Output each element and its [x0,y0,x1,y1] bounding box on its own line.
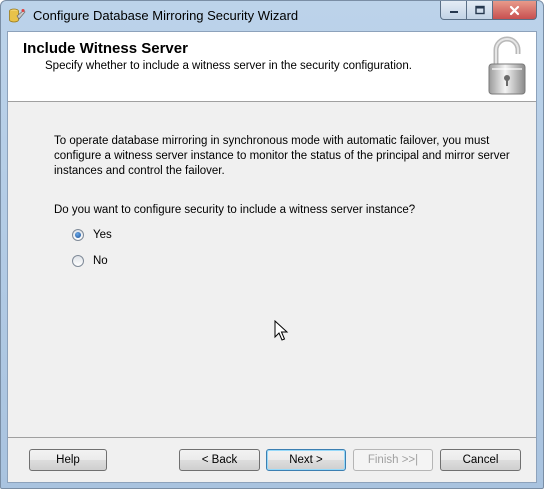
padlock-icon [488,36,526,95]
title-bar[interactable]: Configure Database Mirroring Security Wi… [1,1,543,31]
database-wizard-icon [9,8,26,23]
radio-button-yes[interactable] [72,229,84,241]
minimize-button[interactable] [440,1,467,20]
minimize-icon [449,11,458,13]
maximize-icon [474,5,485,15]
radio-yes[interactable]: Yes [72,229,112,241]
close-button[interactable] [493,1,537,20]
wizard-client-area: Include Witness Server Specify whether t… [7,31,537,483]
caption-buttons [440,1,537,21]
radio-yes-label[interactable]: Yes [93,229,112,241]
radio-button-no[interactable] [72,255,84,267]
page-title: Include Witness Server [23,40,188,57]
radio-no-label[interactable]: No [93,255,108,267]
description-text: To operate database mirroring in synchro… [54,135,510,177]
help-button[interactable]: Help [29,449,107,471]
question-label: Do you want to configure security to inc… [54,204,416,216]
wizard-window: Configure Database Mirroring Security Wi… [0,0,544,489]
window-title: Configure Database Mirroring Security Wi… [33,8,299,23]
close-icon [509,5,520,15]
wizard-header: Include Witness Server Specify whether t… [8,32,536,102]
footer-divider [8,437,536,438]
cancel-button[interactable]: Cancel [440,449,521,471]
radio-no[interactable]: No [72,255,108,267]
finish-button: Finish >>| [353,449,433,471]
maximize-button[interactable] [467,1,493,20]
radio-selected-dot [75,232,81,238]
mouse-cursor-icon [274,320,289,341]
next-button[interactable]: Next > [266,449,346,471]
page-subtitle: Specify whether to include a witness ser… [45,60,412,72]
back-button[interactable]: < Back [179,449,260,471]
